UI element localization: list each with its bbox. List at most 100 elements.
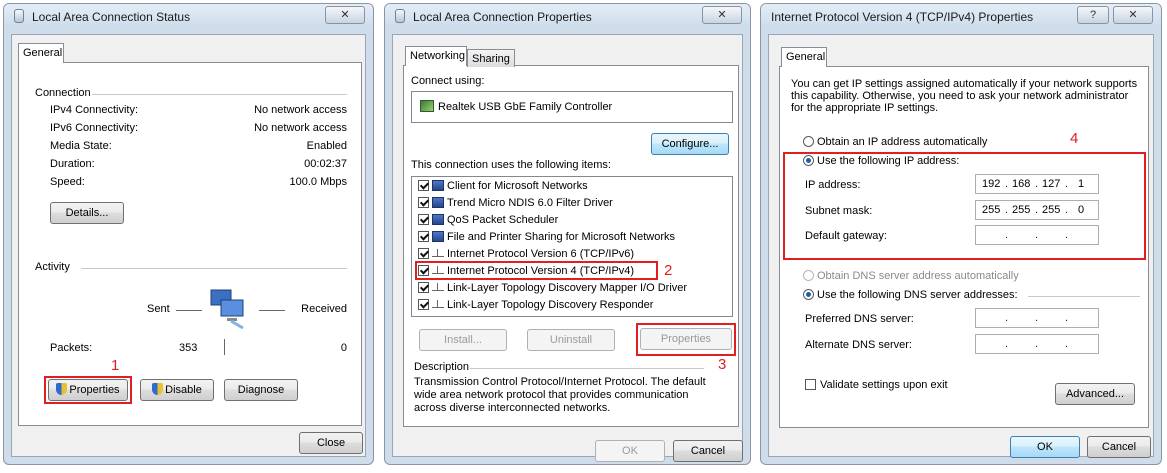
network-service-icon (432, 214, 444, 225)
connect-using-label: Connect using: (411, 75, 485, 87)
list-item-lltd-mapper[interactable]: Link-Layer Topology Discovery Mapper I/O… (418, 282, 687, 297)
default-gateway-input[interactable]: . . . (975, 225, 1099, 245)
radio-indicator[interactable] (803, 270, 814, 281)
radio-indicator[interactable] (803, 289, 814, 300)
radio-auto-dns-label: Obtain DNS server address automatically (817, 270, 1019, 282)
item-label: Client for Microsoft Networks (447, 180, 588, 192)
preferred-dns-input[interactable]: . . . (975, 308, 1099, 328)
description-text: Transmission Control Protocol/Internet P… (414, 376, 706, 414)
list-item-trend-micro[interactable]: Trend Micro NDIS 6.0 Filter Driver (418, 197, 613, 212)
ip-dot: . (1035, 204, 1039, 216)
properties-titlebar: Local Area Connection Properties ✕ (385, 4, 750, 28)
list-item-file-printer-sharing[interactable]: File and Printer Sharing for Microsoft N… (418, 231, 675, 246)
sent-line (176, 310, 202, 311)
ipv4-connectivity-value: No network access (254, 104, 347, 116)
tab-networking[interactable]: Networking (405, 46, 467, 66)
ip-octet-1: 192 (982, 178, 1001, 190)
network-computers-icon (207, 286, 253, 330)
item-checkbox[interactable] (418, 282, 429, 293)
radio-auto-ip[interactable]: Obtain an IP address automatically (803, 136, 987, 148)
subnet-octet-2: 255 (1012, 204, 1031, 216)
tab-general[interactable]: General (18, 43, 64, 63)
alternate-dns-input[interactable]: . . . (975, 334, 1099, 354)
radio-indicator[interactable] (803, 155, 814, 166)
radio-manual-dns-label: Use the following DNS server addresses: (817, 289, 1018, 301)
configure-button[interactable]: Configure... (651, 133, 729, 155)
ipv4-client-area: General You can get IP settings assigned… (768, 34, 1154, 458)
properties-button[interactable]: Properties (640, 328, 732, 350)
media-state-value: Enabled (306, 140, 347, 152)
radio-auto-ip-label: Obtain an IP address automatically (817, 136, 988, 148)
item-checkbox[interactable] (418, 248, 429, 259)
default-gateway-label: Default gateway: (805, 230, 887, 242)
install-button[interactable]: Install... (419, 329, 507, 351)
status-title: Local Area Connection Status (32, 10, 191, 24)
list-item-lltd-responder[interactable]: Link-Layer Topology Discovery Responder (418, 299, 653, 314)
ok-button[interactable]: OK (595, 440, 665, 462)
status-titlebar: Local Area Connection Status ✕ (4, 4, 373, 28)
subnet-octet-1: 255 (982, 204, 1001, 216)
item-label: Internet Protocol Version 6 (TCP/IPv6) (447, 248, 635, 260)
ip-dot: . (1035, 178, 1039, 190)
ip-dot: . (1065, 204, 1069, 216)
connection-heading: Connection (35, 87, 91, 99)
ip-dot: . (1035, 338, 1039, 350)
adapter-box: Realtek USB GbE Family Controller (411, 91, 733, 123)
ip-dot: . (1005, 312, 1009, 324)
items-list: Client for Microsoft Networks Trend Micr… (411, 176, 733, 317)
diagnose-button[interactable]: Diagnose (224, 379, 298, 401)
ok-button[interactable]: OK (1010, 436, 1080, 458)
adapter-row: Realtek USB GbE Family Controller (420, 100, 612, 113)
validate-checkbox-box[interactable] (805, 379, 816, 390)
item-checkbox[interactable] (418, 231, 429, 242)
item-checkbox[interactable] (418, 180, 429, 191)
uninstall-button[interactable]: Uninstall (527, 329, 615, 351)
list-item-qos[interactable]: QoS Packet Scheduler (418, 214, 558, 229)
tab-general[interactable]: General (781, 47, 827, 67)
step-1-annotation: 1 (111, 357, 120, 374)
activity-heading: Activity (35, 261, 70, 273)
item-label: Link-Layer Topology Discovery Responder (447, 299, 654, 311)
help-button[interactable]: ? (1077, 6, 1109, 24)
uac-shield-icon (56, 383, 68, 395)
close-button[interactable]: ✕ (1113, 6, 1153, 24)
close-button[interactable]: ✕ (702, 6, 742, 24)
item-checkbox[interactable] (418, 214, 429, 225)
ip-address-input[interactable]: 192. 168. 127. 1 (975, 174, 1099, 194)
radio-manual-ip[interactable]: Use the following IP address: (803, 155, 959, 167)
ipv4-item-highlight (415, 261, 658, 280)
ip-octet-3: 127 (1042, 178, 1061, 190)
cancel-button[interactable]: Cancel (1087, 436, 1151, 458)
adapter-name: Realtek USB GbE Family Controller (438, 101, 613, 113)
packets-divider (224, 339, 225, 355)
duration-label: Duration: (50, 158, 95, 170)
item-checkbox[interactable] (418, 299, 429, 310)
ip-dot: . (1005, 178, 1009, 190)
general-panel: Connection IPv4 Connectivity: No network… (18, 62, 362, 426)
step-4-annotation: 4 (1070, 130, 1079, 147)
disable-button[interactable]: Disable (140, 379, 214, 401)
validate-settings-checkbox[interactable]: Validate settings upon exit (805, 379, 948, 391)
details-button[interactable]: Details... (50, 202, 124, 224)
radio-manual-dns[interactable]: Use the following DNS server addresses: (803, 289, 1018, 301)
radio-auto-dns[interactable]: Obtain DNS server address automatically (803, 270, 1019, 282)
cancel-button[interactable]: Cancel (673, 440, 743, 462)
close-dialog-button[interactable]: Close (299, 432, 363, 454)
activity-divider (81, 268, 347, 269)
close-button[interactable]: ✕ (325, 6, 365, 24)
dns-group-divider (1028, 296, 1140, 297)
packets-label: Packets: (50, 342, 93, 354)
network-client-icon (432, 180, 444, 191)
advanced-button[interactable]: Advanced... (1055, 383, 1135, 405)
item-checkbox[interactable] (418, 197, 429, 208)
tab-sharing[interactable]: Sharing (467, 49, 515, 67)
network-service-icon (432, 231, 444, 242)
subnet-mask-input[interactable]: 255. 255. 255. 0 (975, 200, 1099, 220)
ip-dot: . (1065, 178, 1069, 190)
radio-indicator[interactable] (803, 136, 814, 147)
list-item-client-networks[interactable]: Client for Microsoft Networks (418, 180, 588, 195)
ip-address-label: IP address: (805, 179, 861, 191)
step-2-annotation: 2 (664, 262, 673, 279)
properties-button[interactable]: Properties (48, 379, 128, 401)
network-connection-icon (395, 9, 405, 23)
